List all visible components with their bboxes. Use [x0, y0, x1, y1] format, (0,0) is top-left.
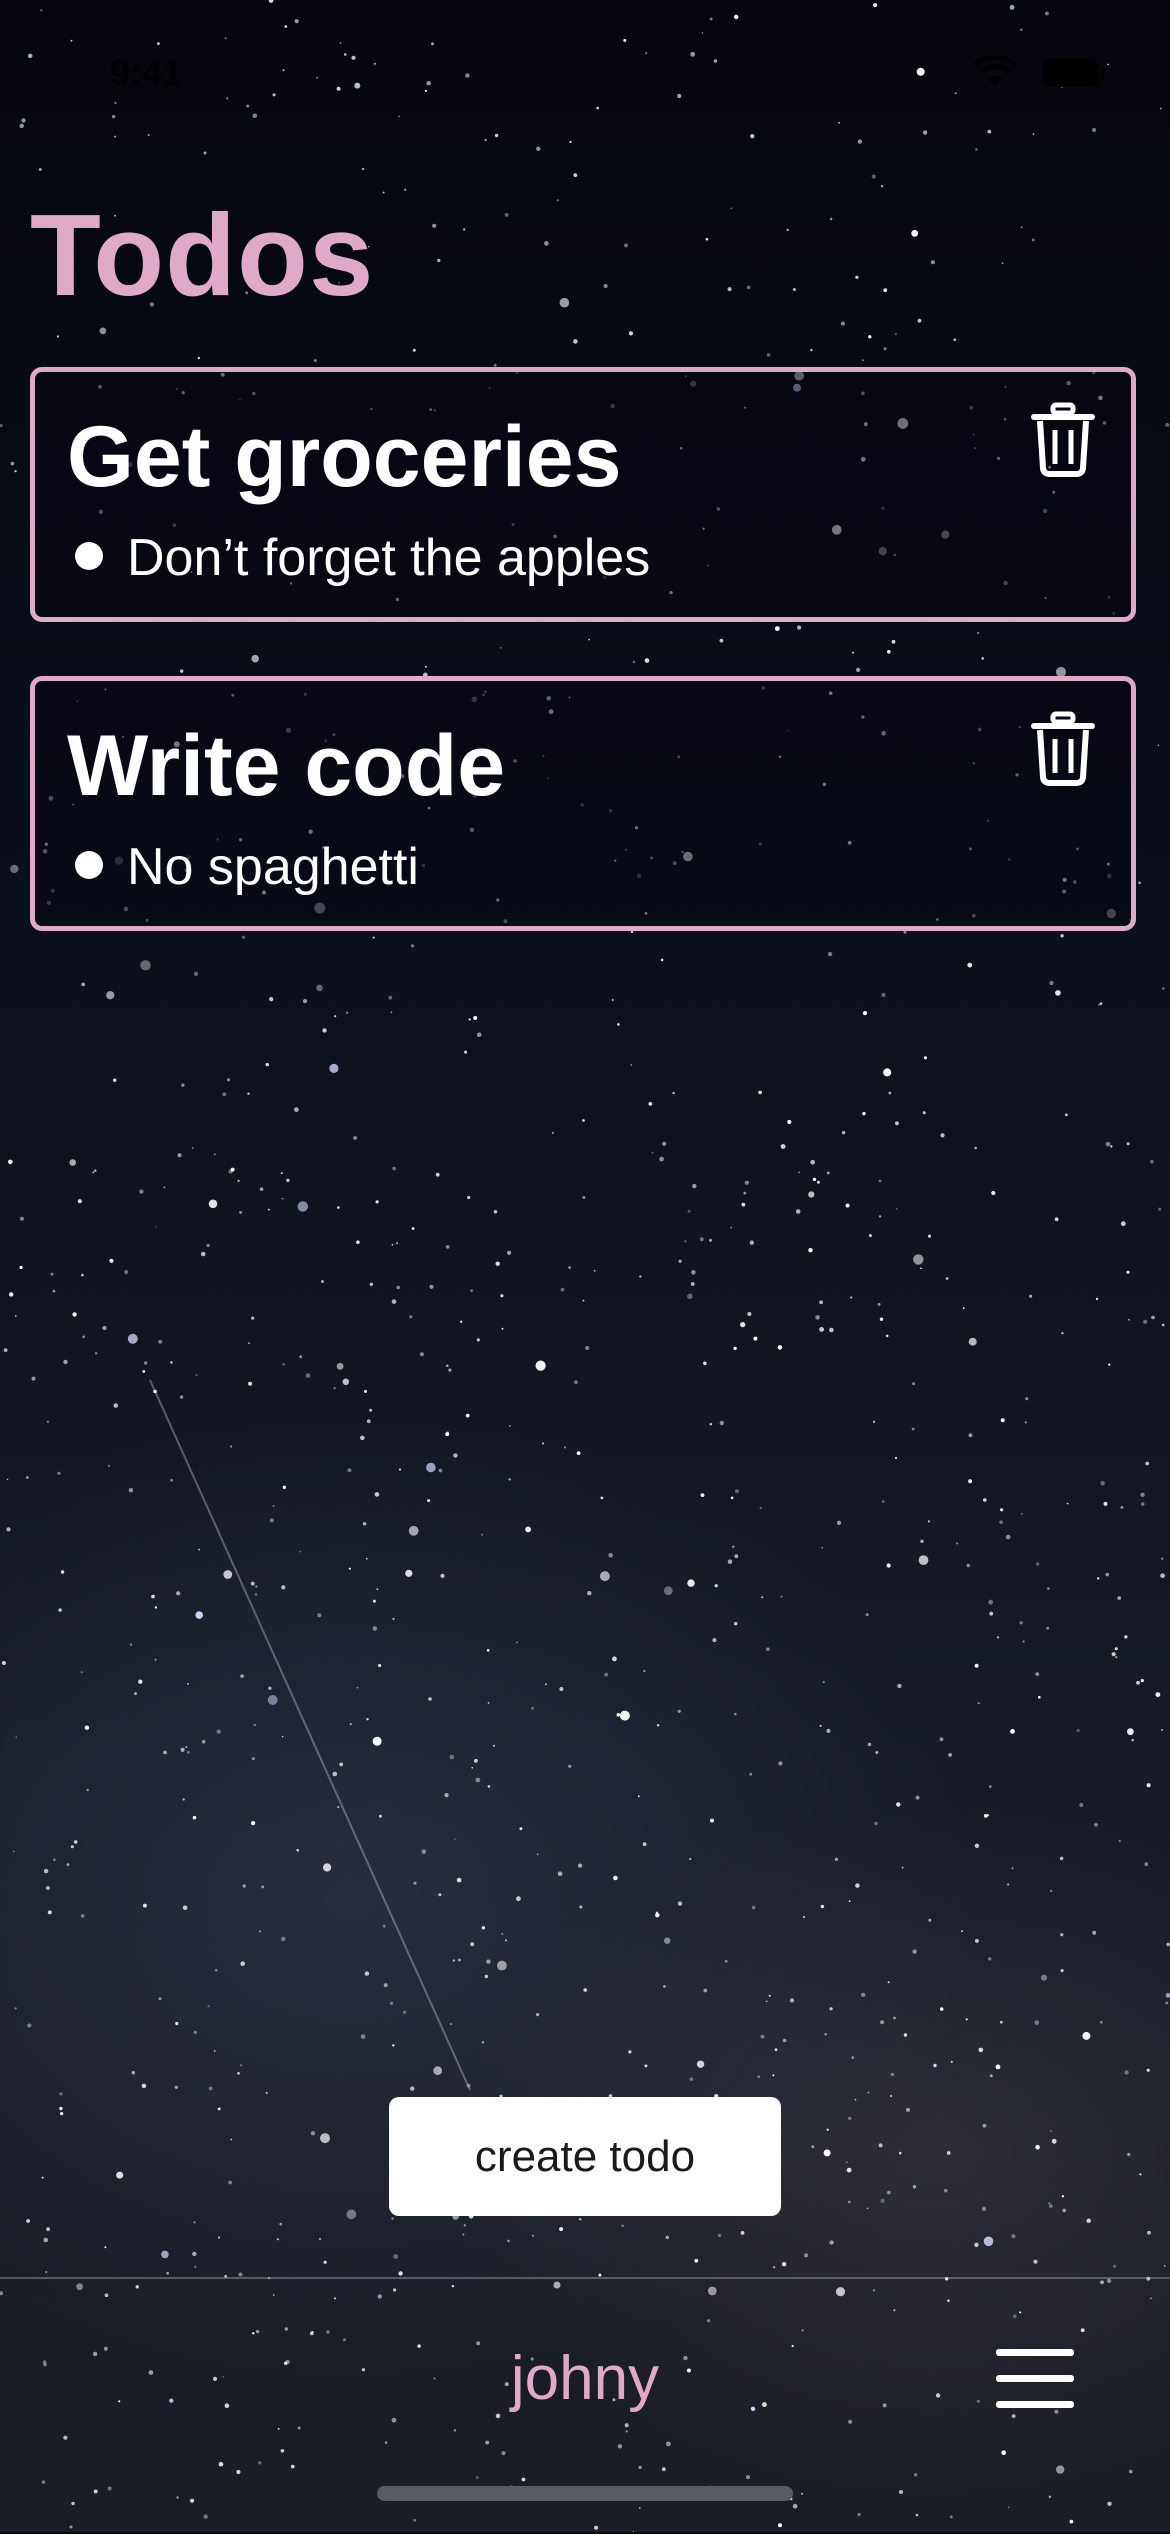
todo-title: Get groceries [67, 409, 622, 505]
menu-line [996, 2349, 1074, 2356]
todo-card[interactable]: Write code No spaghetti [30, 676, 1136, 931]
menu-line [996, 2375, 1074, 2382]
delete-todo-button[interactable] [1031, 402, 1095, 478]
trash-icon [1031, 711, 1095, 786]
status-bar: 9:41 [0, 0, 1170, 140]
battery-icon [1043, 59, 1105, 87]
todo-card[interactable]: Get groceries Don’t forget the apples [30, 367, 1136, 622]
menu-line [996, 2401, 1074, 2408]
create-todo-button[interactable]: create todo [389, 2097, 781, 2216]
trash-icon [1031, 402, 1095, 477]
todo-note: Don’t forget the apples [75, 528, 651, 588]
bullet-icon [75, 542, 103, 570]
status-time: 9:41 [110, 52, 183, 93]
delete-todo-button[interactable] [1031, 711, 1095, 787]
bullet-icon [75, 851, 103, 879]
todo-note: No spaghetti [75, 837, 419, 897]
username-label: johny [510, 2344, 660, 2413]
menu-button[interactable] [996, 2349, 1074, 2409]
todo-note-text: Don’t forget the apples [127, 529, 651, 587]
home-indicator [377, 2486, 793, 2501]
todo-note-text: No spaghetti [127, 838, 419, 896]
todo-title: Write code [67, 718, 506, 814]
wifi-icon [973, 56, 1017, 86]
page-title: Todos [30, 190, 375, 320]
